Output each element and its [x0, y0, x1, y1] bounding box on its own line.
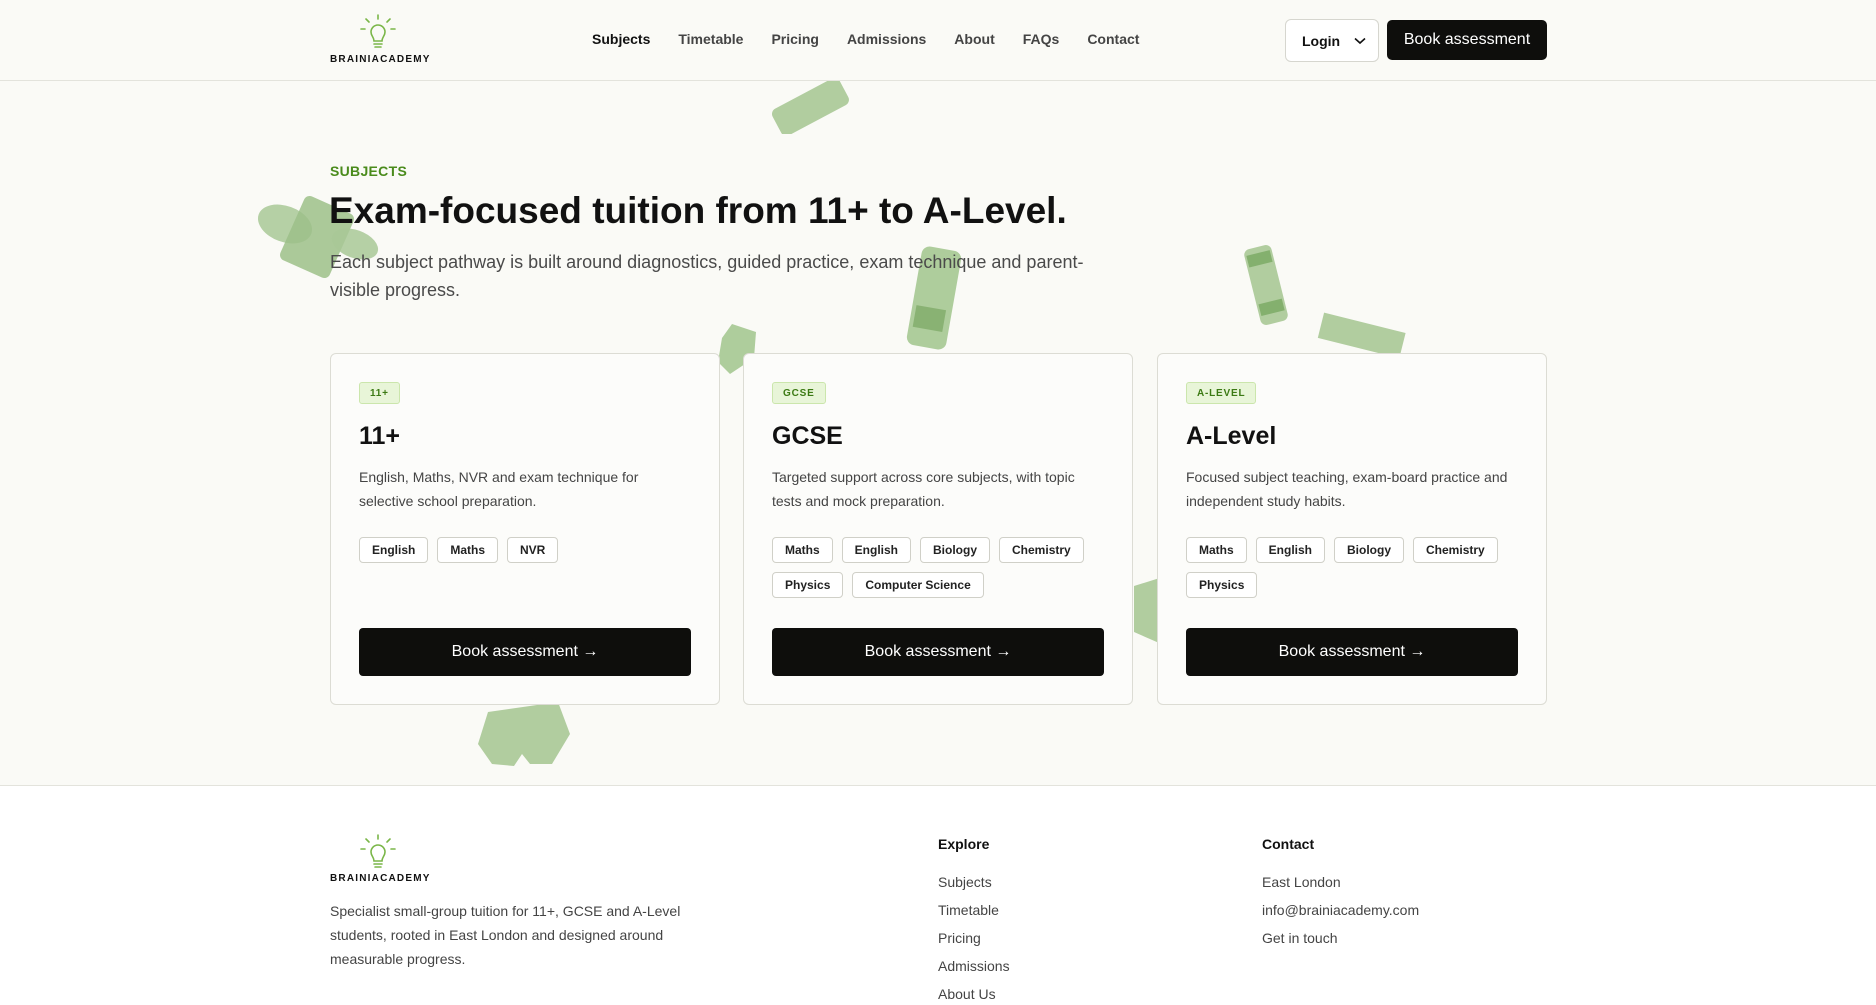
footer-link-about-us[interactable]: About Us — [938, 980, 1010, 1005]
footer-explore-heading: Explore — [938, 836, 990, 852]
subject-tag: Computer Science — [852, 572, 984, 598]
card-title: GCSE — [772, 422, 843, 450]
decorative-shape — [1244, 245, 1288, 325]
card-description: English, Maths, NVR and exam technique f… — [359, 469, 639, 509]
footer-explore: Explore Subjects Timetable Pricing Admis… — [938, 836, 1010, 1005]
card-description: Targeted support across core subjects, w… — [772, 469, 1075, 509]
brand-wordmark: BRAINIACADEMY — [330, 54, 431, 65]
subject-tag: English — [841, 537, 912, 563]
subject-tags: Maths English Biology Chemistry Physics — [1186, 537, 1516, 598]
nav-pricing[interactable]: Pricing — [771, 31, 818, 47]
footer-contact-get-in-touch[interactable]: Get in touch — [1262, 924, 1419, 952]
subject-tag: English — [1255, 537, 1326, 563]
subject-tag: NVR — [507, 537, 559, 563]
site-footer: BRAINIACADEMY Specialist small-group tui… — [0, 785, 1876, 1005]
decorative-shape — [771, 78, 849, 134]
book-assessment-button[interactable]: Book assessment — [1387, 20, 1547, 60]
card-badge: GCSE — [772, 382, 826, 404]
footer-link-admissions[interactable]: Admissions — [938, 952, 1010, 980]
subject-tag: Biology — [1334, 537, 1405, 563]
decorative-shape — [1317, 312, 1406, 356]
footer-link-timetable[interactable]: Timetable — [938, 896, 1010, 924]
footer-link-pricing[interactable]: Pricing — [938, 924, 1010, 952]
footer-contact-heading: Contact — [1262, 836, 1315, 852]
chevron-down-icon — [1354, 37, 1366, 44]
nav-faqs[interactable]: FAQs — [1023, 31, 1060, 47]
subject-tag: Chemistry — [1413, 537, 1498, 563]
footer-description: Specialist small-group tuition for 11+, … — [330, 903, 681, 967]
footer-contact-email[interactable]: info@brainiacademy.com — [1262, 896, 1419, 924]
subject-tag: Maths — [772, 537, 833, 563]
nav-timetable[interactable]: Timetable — [678, 31, 743, 47]
page-title: Exam-focused tuition from 11+ to A-Level… — [329, 190, 1067, 231]
subject-tag: Maths — [1186, 537, 1247, 563]
card-book-assessment-button[interactable]: Book assessment → — [359, 628, 691, 676]
subject-tag: Chemistry — [999, 537, 1084, 563]
footer-brand-logo[interactable]: BRAINIACADEMY — [330, 834, 431, 886]
nav-contact[interactable]: Contact — [1087, 31, 1139, 47]
card-badge: 11+ — [359, 382, 400, 404]
site-header: BRAINIACADEMY Subjects Timetable Pricing… — [0, 0, 1876, 81]
footer-contact-location[interactable]: East London — [1262, 868, 1419, 896]
footer-contact: Contact East London info@brainiacademy.c… — [1262, 836, 1419, 952]
card-title: 11+ — [359, 422, 401, 450]
card-description: Focused subject teaching, exam-board pra… — [1186, 469, 1508, 509]
section-eyebrow: SUBJECTS — [330, 163, 408, 179]
subject-tags: Maths English Biology Chemistry Physics … — [772, 537, 1102, 598]
main-nav: Subjects Timetable Pricing Admissions Ab… — [592, 31, 1167, 47]
subject-card-alevel: A-LEVEL A-Level Focused subject teaching… — [1157, 353, 1547, 705]
footer-link-subjects[interactable]: Subjects — [938, 868, 1010, 896]
subject-card-11plus: 11+ 11+ English, Maths, NVR and exam tec… — [330, 353, 720, 705]
page-subtitle: Each subject pathway is built around dia… — [330, 252, 1084, 300]
card-book-assessment-button[interactable]: Book assessment → — [772, 628, 1104, 676]
lightbulb-icon — [360, 14, 396, 48]
lightbulb-icon — [360, 834, 396, 868]
subject-card-gcse: GCSE GCSE Targeted support across core s… — [743, 353, 1133, 705]
subject-tag: English — [359, 537, 429, 563]
nav-admissions[interactable]: Admissions — [847, 31, 926, 47]
subject-tags: English Maths NVR — [359, 537, 689, 563]
login-label: Login — [1302, 32, 1341, 49]
nav-subjects[interactable]: Subjects — [592, 31, 650, 47]
card-title: A-Level — [1186, 422, 1277, 450]
subject-tag: Physics — [772, 572, 844, 598]
subject-tag: Biology — [920, 537, 991, 563]
card-book-assessment-button[interactable]: Book assessment → — [1186, 628, 1518, 676]
footer-brand-wordmark: BRAINIACADEMY — [330, 873, 431, 884]
subject-tag: Physics — [1186, 572, 1258, 598]
brand-logo[interactable]: BRAINIACADEMY — [330, 14, 431, 66]
login-button[interactable]: Login — [1285, 19, 1379, 62]
nav-about[interactable]: About — [954, 31, 994, 47]
decorative-shape — [478, 702, 570, 766]
subject-tag: Maths — [437, 537, 499, 563]
card-badge: A-LEVEL — [1186, 382, 1257, 404]
